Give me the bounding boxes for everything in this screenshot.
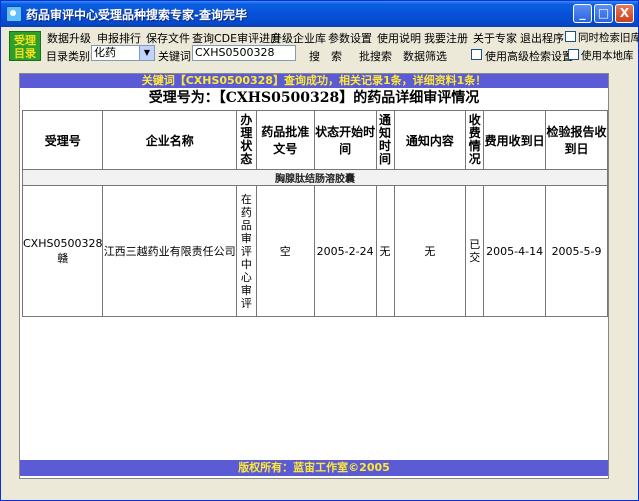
menu-bar: 数据升级 申报排行 保存文件 查询CDE审评进度 升级企业库 参数设置 使用说明… (9, 30, 639, 46)
title-bar[interactable]: 药品审评中心受理品种搜索专家-查询完毕 _ □ X (1, 1, 638, 27)
cell-report-date: 2005-5-9 (545, 185, 608, 317)
catalog-select[interactable]: 化药 ▼ (91, 45, 155, 61)
menu-upgrade-company[interactable]: 升级企业库 (271, 30, 326, 46)
local-db-checkbox[interactable] (568, 49, 579, 60)
keyword-label: 关键词 (158, 50, 191, 63)
copyright-footer: 版权所有：蓝宙工作室©2005 (20, 460, 608, 476)
data-filter-button[interactable]: 数据筛选 (403, 48, 447, 64)
menu-register[interactable]: 我要注册 (424, 30, 468, 46)
search-button[interactable]: 搜 索 (309, 48, 342, 64)
header-report-date: 检验报告收到日 (545, 110, 608, 170)
search-toolbar: 目录类别 化药 ▼ 关键词 CXHS0500328 搜 索 批搜索 数据筛选 使… (1, 45, 638, 63)
app-window: 药品审评中心受理品种搜索专家-查询完毕 _ □ X 受理 目录 数据升级 申报排… (0, 0, 639, 501)
table-row: CXHS0500328赣 江西三越药业有限责任公司 在药品审评中心审评 空 20… (21, 185, 608, 317)
cell-fee-date: 2005-4-14 (483, 185, 547, 317)
cell-accept-no: CXHS0500328赣 (21, 185, 104, 317)
old-db-checkbox[interactable] (565, 31, 576, 42)
old-db-label: 同时检索旧库 (578, 32, 639, 44)
query-notice: 关键词【CXHS0500328】查询成功，相关记录1条，详细资料1条！ (20, 74, 608, 88)
menu-save-file[interactable]: 保存文件 (146, 30, 190, 46)
maximize-button[interactable]: □ (594, 4, 613, 23)
cell-approval-no: 空 (255, 185, 315, 317)
cell-notice-content: 无 (393, 185, 467, 317)
header-company: 企业名称 (102, 110, 237, 170)
catalog-select-value: 化药 (94, 46, 116, 59)
chevron-down-icon[interactable]: ▼ (139, 46, 154, 60)
result-panel: 关键词【CXHS0500328】查询成功，相关记录1条，详细资料1条！ 受理号为… (19, 73, 609, 479)
header-notice-content: 通知内容 (393, 110, 467, 170)
keyword-input[interactable]: CXHS0500328 (192, 45, 296, 61)
menu-data-upgrade[interactable]: 数据升级 (47, 30, 91, 46)
cell-status: 在药品审评中心审评 (235, 185, 257, 317)
result-heading: 受理号为：【CXHS0500328】的药品详细审评情况 (148, 90, 480, 106)
advanced-search-checkbox[interactable] (471, 49, 482, 60)
menu-cde-progress[interactable]: 查询CDE审评进度 (192, 30, 281, 46)
header-notice-time: 通知时间 (375, 110, 395, 170)
header-approval-no: 药品批准文号 (255, 110, 315, 170)
menu-help[interactable]: 使用说明 (377, 30, 421, 46)
cell-company: 江西三越药业有限责任公司 (102, 185, 237, 317)
header-status-start: 状态开始时间 (313, 110, 377, 170)
menu-settings[interactable]: 参数设置 (328, 30, 372, 46)
cell-status-start: 2005-2-24 (313, 185, 377, 317)
cell-fee: 已交 (465, 185, 485, 317)
menu-exit[interactable]: 退出程序 (520, 30, 564, 46)
batch-search-button[interactable]: 批搜索 (359, 48, 392, 64)
result-table: 受理号 企业名称 办理状态 药品批准文号 状态开始时间 通知时间 通知内容 收费… (21, 110, 608, 317)
app-icon (6, 6, 22, 22)
header-status: 办理状态 (235, 110, 257, 170)
table-header-row: 受理号 企业名称 办理状态 药品批准文号 状态开始时间 通知时间 通知内容 收费… (21, 110, 608, 170)
menu-ranking[interactable]: 申报排行 (97, 30, 141, 46)
cell-notice-time: 无 (375, 185, 395, 317)
catalog-label: 目录类别 (46, 50, 90, 63)
header-fee: 收费情况 (465, 110, 485, 170)
close-button[interactable]: X (615, 4, 634, 23)
minimize-button[interactable]: _ (573, 4, 592, 23)
drug-name-row: 胸腺肽结肠溶胶囊 (22, 169, 608, 186)
window-title: 药品审评中心受理品种搜索专家-查询完毕 (26, 8, 247, 22)
menu-about[interactable]: 关于专家 (473, 30, 517, 46)
local-db-label: 使用本地库 (581, 50, 634, 62)
drug-name: 胸腺肽结肠溶胶囊 (22, 169, 608, 186)
advanced-search-label: 使用高级检索设置 (485, 50, 573, 63)
header-accept-no: 受理号 (21, 110, 104, 170)
header-fee-date: 费用收到日 (483, 110, 547, 170)
